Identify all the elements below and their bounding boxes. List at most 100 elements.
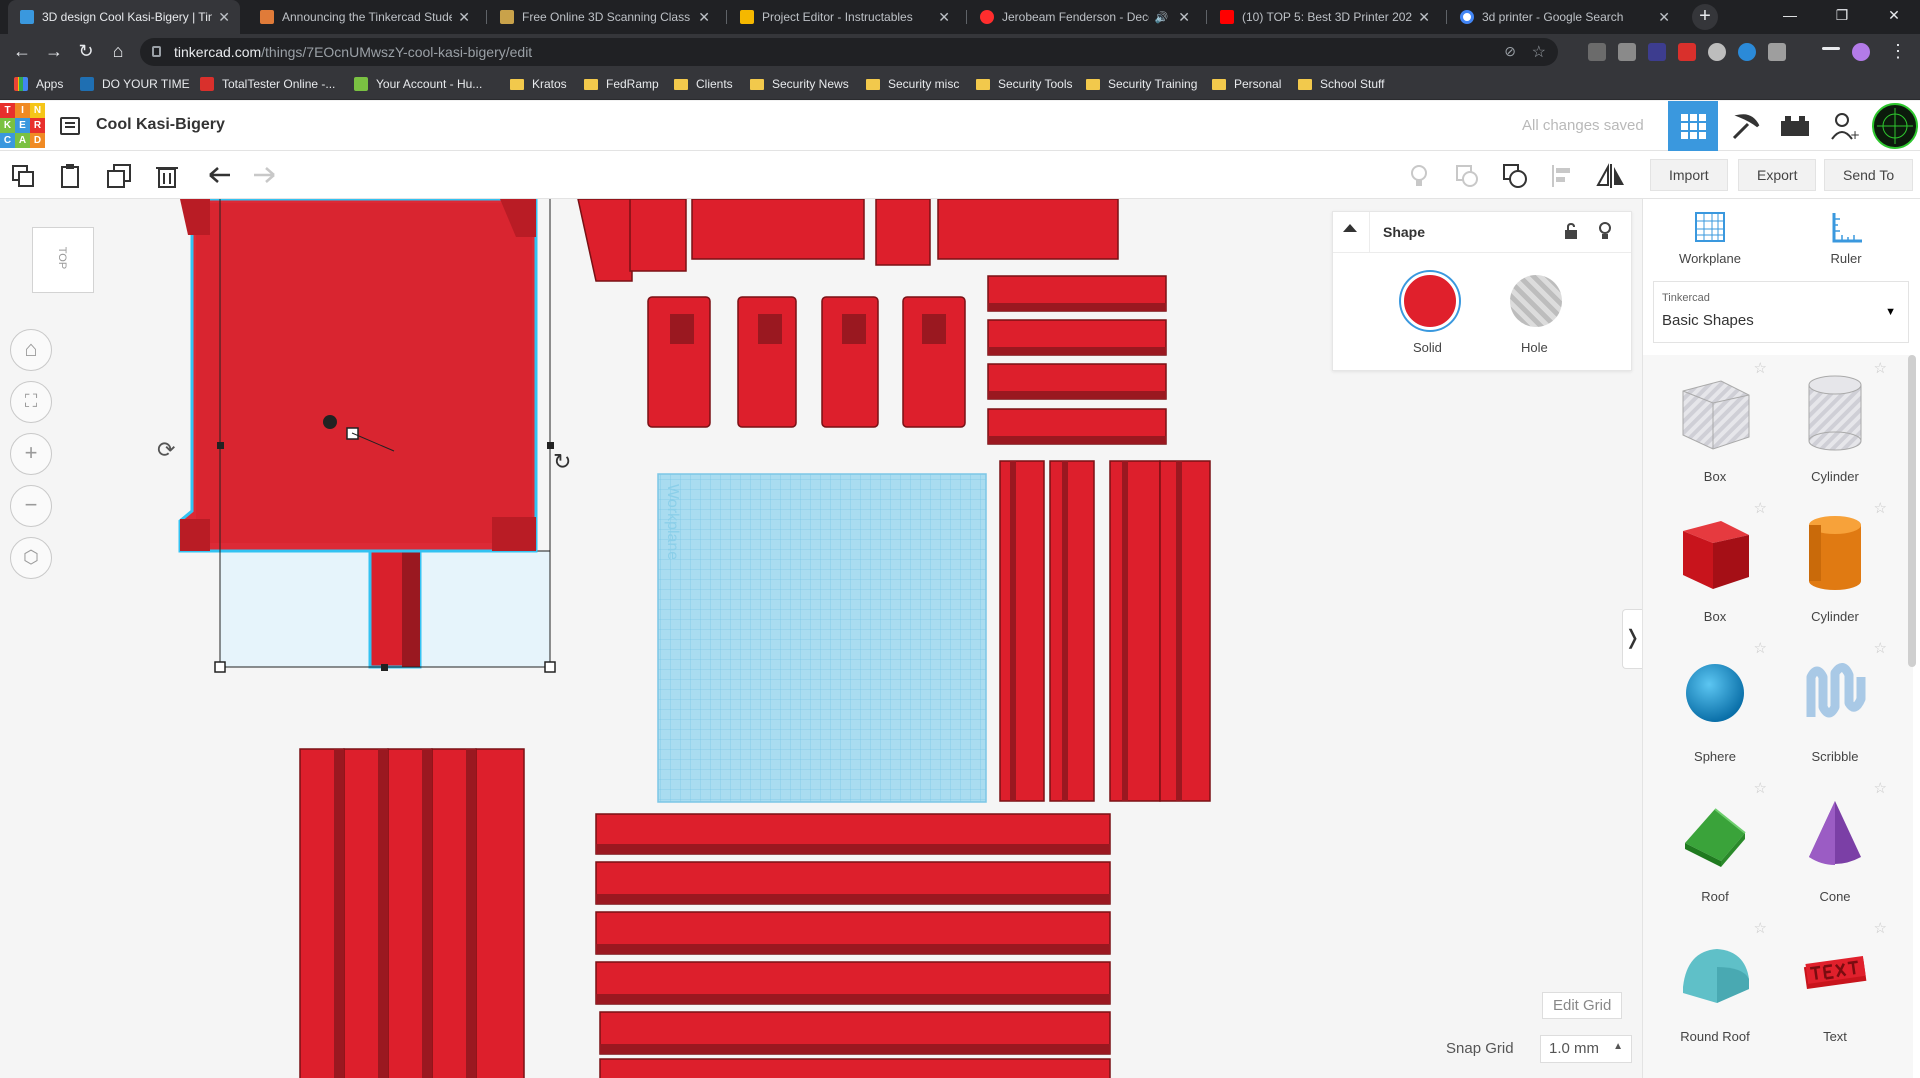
edit-grid-button[interactable]: Edit Grid <box>1542 992 1623 1019</box>
user-avatar[interactable] <box>1870 101 1920 151</box>
favorite-star-icon[interactable]: ☆ <box>1754 639 1767 657</box>
shape-box[interactable]: ☆ Box <box>1655 495 1775 631</box>
bookmark-item[interactable]: Your Account - Hu... <box>354 77 482 91</box>
home-view-button[interactable]: ⌂ <box>10 329 52 371</box>
shape-box-hole[interactable]: ☆ Box <box>1655 355 1775 491</box>
new-tab-button[interactable]: + <box>1692 4 1718 30</box>
bookmark-folder[interactable]: Personal <box>1212 77 1281 91</box>
add-user-button[interactable]: + <box>1820 101 1870 151</box>
sidebar-scrollbar[interactable] <box>1908 355 1916 667</box>
bookmark-star-icon[interactable]: ☆ <box>1532 42 1546 62</box>
extension-icon[interactable] <box>1588 43 1606 61</box>
extension-icon[interactable] <box>1678 43 1696 61</box>
3d-view-button[interactable] <box>1668 101 1718 151</box>
browser-tab-6[interactable]: 3d printer - Google Search ✕ <box>1448 0 1680 34</box>
group-button[interactable] <box>1452 161 1482 191</box>
zoom-out-button[interactable]: − <box>10 485 52 527</box>
bookmark-item[interactable]: DO YOUR TIME <box>80 77 190 91</box>
url-text[interactable]: tinkercad.com/things/7EOcnUMwszY-cool-ka… <box>174 44 532 60</box>
favorite-star-icon[interactable]: ☆ <box>1874 779 1887 797</box>
favorite-star-icon[interactable]: ☆ <box>1874 919 1887 937</box>
extension-icon[interactable] <box>1708 43 1726 61</box>
favorite-star-icon[interactable]: ☆ <box>1754 779 1767 797</box>
fit-view-button[interactable]: ⛶ <box>10 381 52 423</box>
extension-icon[interactable] <box>1738 43 1756 61</box>
redo-button[interactable] <box>250 161 280 191</box>
copy-button[interactable] <box>8 161 38 191</box>
duplicate-button[interactable] <box>104 161 134 191</box>
bookmark-folder[interactable]: Clients <box>674 77 733 91</box>
reading-list-icon[interactable] <box>1822 47 1840 50</box>
close-tab-icon[interactable]: ✕ <box>1658 9 1670 26</box>
shape-cylinder[interactable]: ☆ Cylinder <box>1775 495 1895 631</box>
selected-shape[interactable]: ⟳ ↻ <box>157 199 571 673</box>
extension-icon[interactable] <box>1618 43 1636 61</box>
favorite-star-icon[interactable]: ☆ <box>1754 359 1767 377</box>
ungroup-button[interactable] <box>1500 161 1530 191</box>
close-tab-icon[interactable]: ✕ <box>1178 9 1190 26</box>
bookmark-folder[interactable]: FedRamp <box>584 77 659 91</box>
align-button[interactable] <box>1548 161 1578 191</box>
favorite-star-icon[interactable]: ☆ <box>1754 919 1767 937</box>
zoom-in-button[interactable]: + <box>10 433 52 475</box>
bookmark-folder[interactable]: School Stuff <box>1298 77 1385 91</box>
close-window-icon[interactable]: ✕ <box>1868 0 1920 34</box>
minimize-icon[interactable]: — <box>1764 0 1816 34</box>
tinkercad-logo[interactable]: T I N K E R C A D <box>0 103 46 149</box>
workplane-tool[interactable]: Workplane <box>1655 211 1765 266</box>
lock-icon[interactable] <box>1563 222 1579 240</box>
shape-cylinder-hole[interactable]: ☆ Cylinder <box>1775 355 1895 491</box>
shape-roof[interactable]: ☆ Roof <box>1655 775 1775 911</box>
hole-swatch[interactable] <box>1510 275 1562 327</box>
favorite-star-icon[interactable]: ☆ <box>1874 639 1887 657</box>
eye-slash-icon[interactable]: ⊘ <box>1504 43 1516 60</box>
address-bar[interactable]: tinkercad.com/things/7EOcnUMwszY-cool-ka… <box>140 38 1558 66</box>
close-tab-icon[interactable]: ✕ <box>1418 9 1430 26</box>
bookmark-folder[interactable]: Kratos <box>510 77 567 91</box>
bookmark-folder[interactable]: Security misc <box>866 77 959 91</box>
import-button[interactable]: Import <box>1650 159 1728 191</box>
restore-icon[interactable]: ❐ <box>1816 0 1868 34</box>
browser-tab-1[interactable]: Announcing the Tinkercad Stude ✕ <box>248 0 480 34</box>
view-cube[interactable]: TOP <box>32 227 94 293</box>
browser-tab-2[interactable]: Free Online 3D Scanning Class - I ✕ <box>488 0 720 34</box>
bookmark-folder[interactable]: Security News <box>750 77 849 91</box>
reload-icon[interactable]: ↻ <box>74 40 98 64</box>
snap-grid-select[interactable]: 1.0 mm ▲ <box>1540 1035 1632 1063</box>
favorite-star-icon[interactable]: ☆ <box>1754 499 1767 517</box>
bookmark-folder[interactable]: Security Training <box>1086 77 1197 91</box>
close-tab-icon[interactable]: ✕ <box>698 9 710 26</box>
home-icon[interactable]: ⌂ <box>106 40 130 64</box>
close-tab-icon[interactable]: ✕ <box>218 9 230 26</box>
notes-button[interactable] <box>1404 161 1434 191</box>
shape-text[interactable]: ☆ Text <box>1775 915 1895 1051</box>
shape-scribble[interactable]: ☆ Scribble <box>1775 635 1895 771</box>
shape-library-select[interactable]: Tinkercad Basic Shapes ▼ <box>1653 281 1909 343</box>
design-list-icon[interactable] <box>60 117 80 135</box>
extension-icon[interactable] <box>1768 43 1786 61</box>
close-tab-icon[interactable]: ✕ <box>938 9 950 26</box>
undo-button[interactable] <box>204 161 234 191</box>
browser-tab-3[interactable]: Project Editor - Instructables ✕ <box>728 0 960 34</box>
close-tab-icon[interactable]: ✕ <box>458 9 470 26</box>
send-to-button[interactable]: Send To <box>1824 159 1914 191</box>
workplane-grid[interactable]: Workplane <box>657 473 987 803</box>
browser-tab-5[interactable]: (10) TOP 5: Best 3D Printer 2020 - ✕ <box>1208 0 1440 34</box>
shape-round-roof[interactable]: ☆ Round Roof <box>1655 915 1775 1051</box>
more-menu-icon[interactable]: ⋮ <box>1886 40 1910 64</box>
collapse-caret-icon[interactable] <box>1343 224 1357 232</box>
workplane-canvas[interactable]: Workplane ⟳ ↻ TOP ⌂ ⛶ + − ⬡ Shape Solid … <box>0 199 1642 1078</box>
bookmark-apps[interactable]: Apps <box>14 77 63 91</box>
solid-color-swatch[interactable] <box>1401 272 1459 330</box>
favorite-star-icon[interactable]: ☆ <box>1874 359 1887 377</box>
paste-button[interactable] <box>56 161 86 191</box>
export-button[interactable]: Export <box>1738 159 1817 191</box>
favorite-star-icon[interactable]: ☆ <box>1874 499 1887 517</box>
browser-tab-4[interactable]: Jerobeam Fenderson - Decon 🔊 ✕ <box>968 0 1200 34</box>
lightbulb-icon[interactable] <box>1597 221 1613 241</box>
design-title[interactable]: Cool Kasi-Bigery <box>96 116 225 134</box>
back-arrow-icon[interactable]: ← <box>10 40 34 64</box>
perspective-button[interactable]: ⬡ <box>10 537 52 579</box>
delete-button[interactable] <box>152 161 182 191</box>
bookmark-folder[interactable]: Security Tools <box>976 77 1072 91</box>
